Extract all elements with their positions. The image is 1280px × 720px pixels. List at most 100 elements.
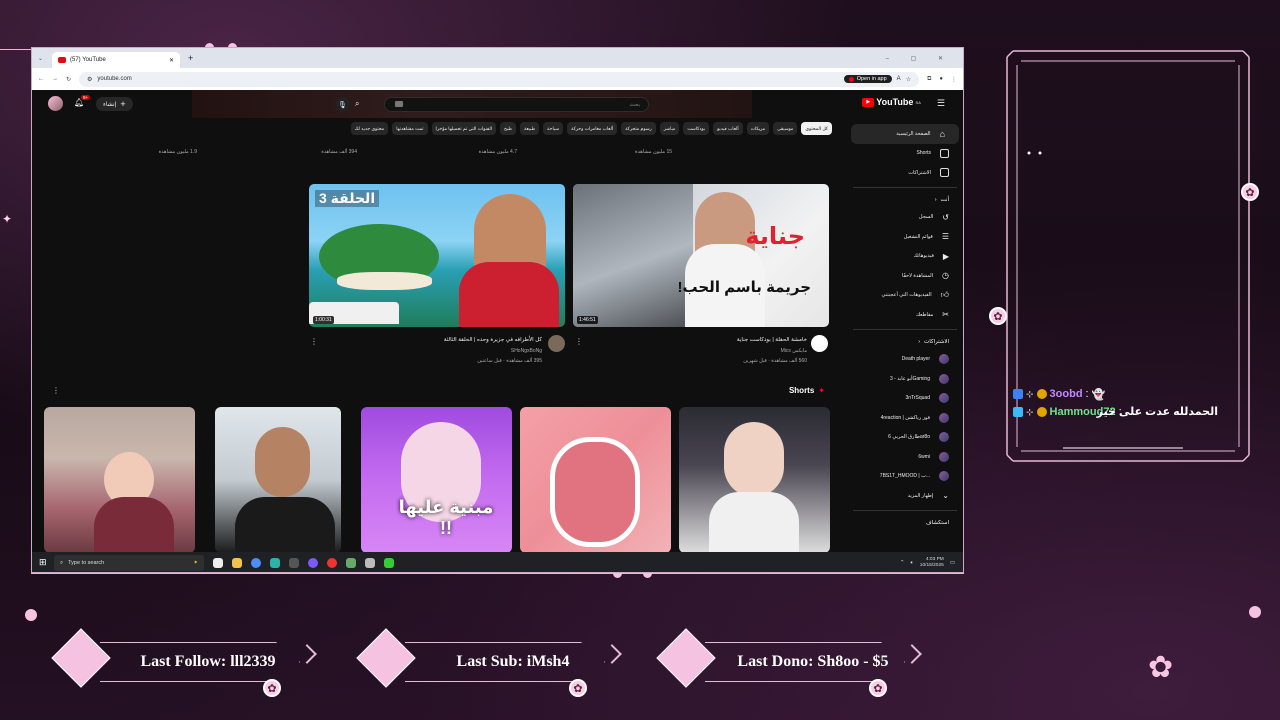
bookmark-star-icon[interactable]: ☆ [906,76,911,83]
sidebar-header-subscriptions[interactable]: › الاشتراكات [847,334,963,350]
sidebar-item-shorts[interactable]: Shorts [847,144,963,164]
video-thumbnail[interactable]: جناية جريمة باسم الحب! 1:46:51 [573,184,829,327]
profile-icon[interactable]: ● [939,76,943,82]
youtube-favicon-icon [58,57,66,63]
taskbar-search[interactable]: ⌕ Type to search ✦ [54,555,204,571]
menu-kebab-icon[interactable]: ⋮ [951,76,957,83]
new-tab-button[interactable]: + [188,53,193,63]
video-channel[interactable]: مايكس Mics [632,348,807,354]
channel-avatar[interactable] [548,335,565,352]
taskbar-app-icon[interactable] [251,558,261,568]
video-duration: 1:00:31 [313,316,334,324]
last-sub-panel: Last Sub: iMsh4 ✿ [356,628,635,697]
back-icon[interactable]: ← [38,76,44,82]
tab-title: (57) YouTube [70,57,106,63]
sidebar-item-liked-videos[interactable]: الفيديوهات التي أعجبتني 👍︎ [847,286,963,306]
sidebar-item-history[interactable]: السجل ↺ [847,208,963,228]
video-thumbnail[interactable]: الحلقة 3 1:00:31 [309,184,565,327]
search-input[interactable]: ⌕ بحث [355,97,649,112]
channel-avatar [939,393,949,404]
sidebar-item-your-videos[interactable]: فيديوهاتك ▶ [847,247,963,267]
like-icon: 👍︎ [940,290,949,300]
filter-chip[interactable]: رسوم متحركة [621,122,656,135]
filter-chip[interactable]: مزيكات [746,122,770,135]
system-tray[interactable]: ⌃ 🔈︎ 4:03 PM 10/15/2025 ▭ [900,557,955,569]
sidebar-item-playlists[interactable]: قوائم التشغيل ☰ [847,227,963,247]
search-icon[interactable]: ⌕ [355,99,369,110]
sidebar-sub-channel[interactable]: 3nTrSquad [847,389,963,409]
close-tab-icon[interactable]: ✕ [169,57,174,64]
sidebar-sub-channel[interactable]: طارق الحربي 6ar8o [847,428,963,448]
channel-avatar[interactable] [811,335,828,352]
tab-search-icon[interactable]: ⌄ [38,55,52,62]
frame-line [31,573,964,574]
filter-chip[interactable]: طبخ [500,122,517,135]
open-in-app-button[interactable]: Open in app [843,75,892,83]
taskbar-app-icon[interactable] [365,558,375,568]
channel-avatar [939,354,949,365]
windows-start-icon[interactable]: ⊞ [39,557,47,568]
sidebar-sub-channel[interactable]: أبو عابد - 3Gaming [847,369,963,389]
sidebar-item-subscriptions[interactable]: الاشتراكات [847,163,963,183]
taskbar-app-icon[interactable] [213,558,223,568]
filter-chip[interactable]: مباشر [659,122,680,135]
video-channel[interactable]: SHoNgxBoNg [362,348,542,354]
hamburger-menu-icon[interactable]: ☰ [937,98,945,109]
filter-chip[interactable]: ألعاب مغامرات وحركة [567,122,618,135]
badge-icon: ⊹ [1026,406,1034,417]
taskbar-app-icon[interactable] [384,558,394,568]
tab-youtube[interactable]: (57) YouTube ✕ [52,52,180,68]
taskbar-app-icon[interactable] [232,558,242,568]
translate-icon[interactable]: A [897,76,901,82]
channel-avatar [939,432,949,443]
short-thumbnail[interactable] [215,407,341,552]
taskbar-app-icon[interactable] [327,558,337,568]
sidebar-sub-channel[interactable]: 6wmi [847,447,963,467]
voice-search-icon[interactable]: 🎙︎ [335,97,350,112]
keyboard-icon[interactable] [395,101,403,107]
forward-icon[interactable]: → [52,76,58,82]
sidebar-header-you[interactable]: › أنت [847,192,963,208]
short-thumbnail[interactable] [679,407,830,552]
sidebar-show-more[interactable]: إظهار المزيد ⌄ [847,486,963,506]
filter-chip[interactable]: سياحة [543,122,564,135]
filter-chip[interactable]: محتوى جديد لك [350,122,389,135]
address-bar[interactable]: ⚙ youtube.com Open in app A ☆ [79,71,920,87]
short-thumbnail[interactable] [520,407,671,552]
short-thumbnail[interactable]: مبنية عليها !! [361,407,512,552]
taskbar-app-icon[interactable] [346,558,356,568]
sidebar-item-home[interactable]: الصفحة الرئيسية ⌂ [851,124,959,144]
account-avatar[interactable] [48,96,63,111]
taskbar-app-icon[interactable] [270,558,280,568]
short-thumbnail[interactable] [44,407,195,552]
video-title[interactable]: خامشة الحقلة | بودكاست جناية [632,337,807,343]
last-follow-panel: Last Follow: lll2339 ✿ [51,628,330,697]
taskbar-app-icon[interactable] [308,558,318,568]
video-more-icon[interactable]: ⋮ [310,337,318,346]
video-views: 15 مليون مشاهدة [635,149,672,155]
sidebar-sub-channel[interactable]: 4reaction | فور رياكشن [847,408,963,428]
sidebar-sub-channel[interactable]: 7BS1T_HMOOD | ب... [847,467,963,487]
channel-avatar [939,451,949,462]
site-info-icon[interactable]: ⚙ [87,76,92,83]
shorts-more-icon[interactable]: ⋮ [52,386,60,395]
sidebar-sub-channel[interactable]: Death player [847,350,963,370]
sidebar-item-watch-later[interactable]: المشاهدة لاحقًا ◷ [847,266,963,286]
video-more-icon[interactable]: ⋮ [575,337,583,346]
window-controls[interactable]: – ▢ ✕ [886,55,953,62]
filter-chip[interactable]: كل المحتوى [801,122,832,135]
navigation-bar: ← → ↻ ⚙ youtube.com Open in app A ☆ ⧉ ● … [32,68,963,90]
filter-chip[interactable]: موسيقى [773,122,798,135]
filter-chip[interactable]: ألعاب فيديو [713,122,743,135]
youtube-logo[interactable]: ▶ YouTube SA [862,97,921,107]
taskbar-app-icon[interactable] [289,558,299,568]
filter-chip[interactable]: تمت مشاهدتها [392,122,428,135]
reload-icon[interactable]: ↻ [66,76,71,83]
filter-chip[interactable]: طبيعة [520,122,540,135]
extensions-icon[interactable]: ⧉ [927,76,931,83]
video-title[interactable]: كل الأطرافه في جزيرة وحده | الحلقة الثال… [362,337,542,343]
filter-chip[interactable]: الفنوات التي تم تحميلها مؤخرا [431,122,497,135]
sidebar-item-your-clips[interactable]: مقاطعك ✂ [847,305,963,325]
filter-chip[interactable]: بودكاست [683,122,710,135]
create-button[interactable]: إنشاء + [96,97,133,111]
